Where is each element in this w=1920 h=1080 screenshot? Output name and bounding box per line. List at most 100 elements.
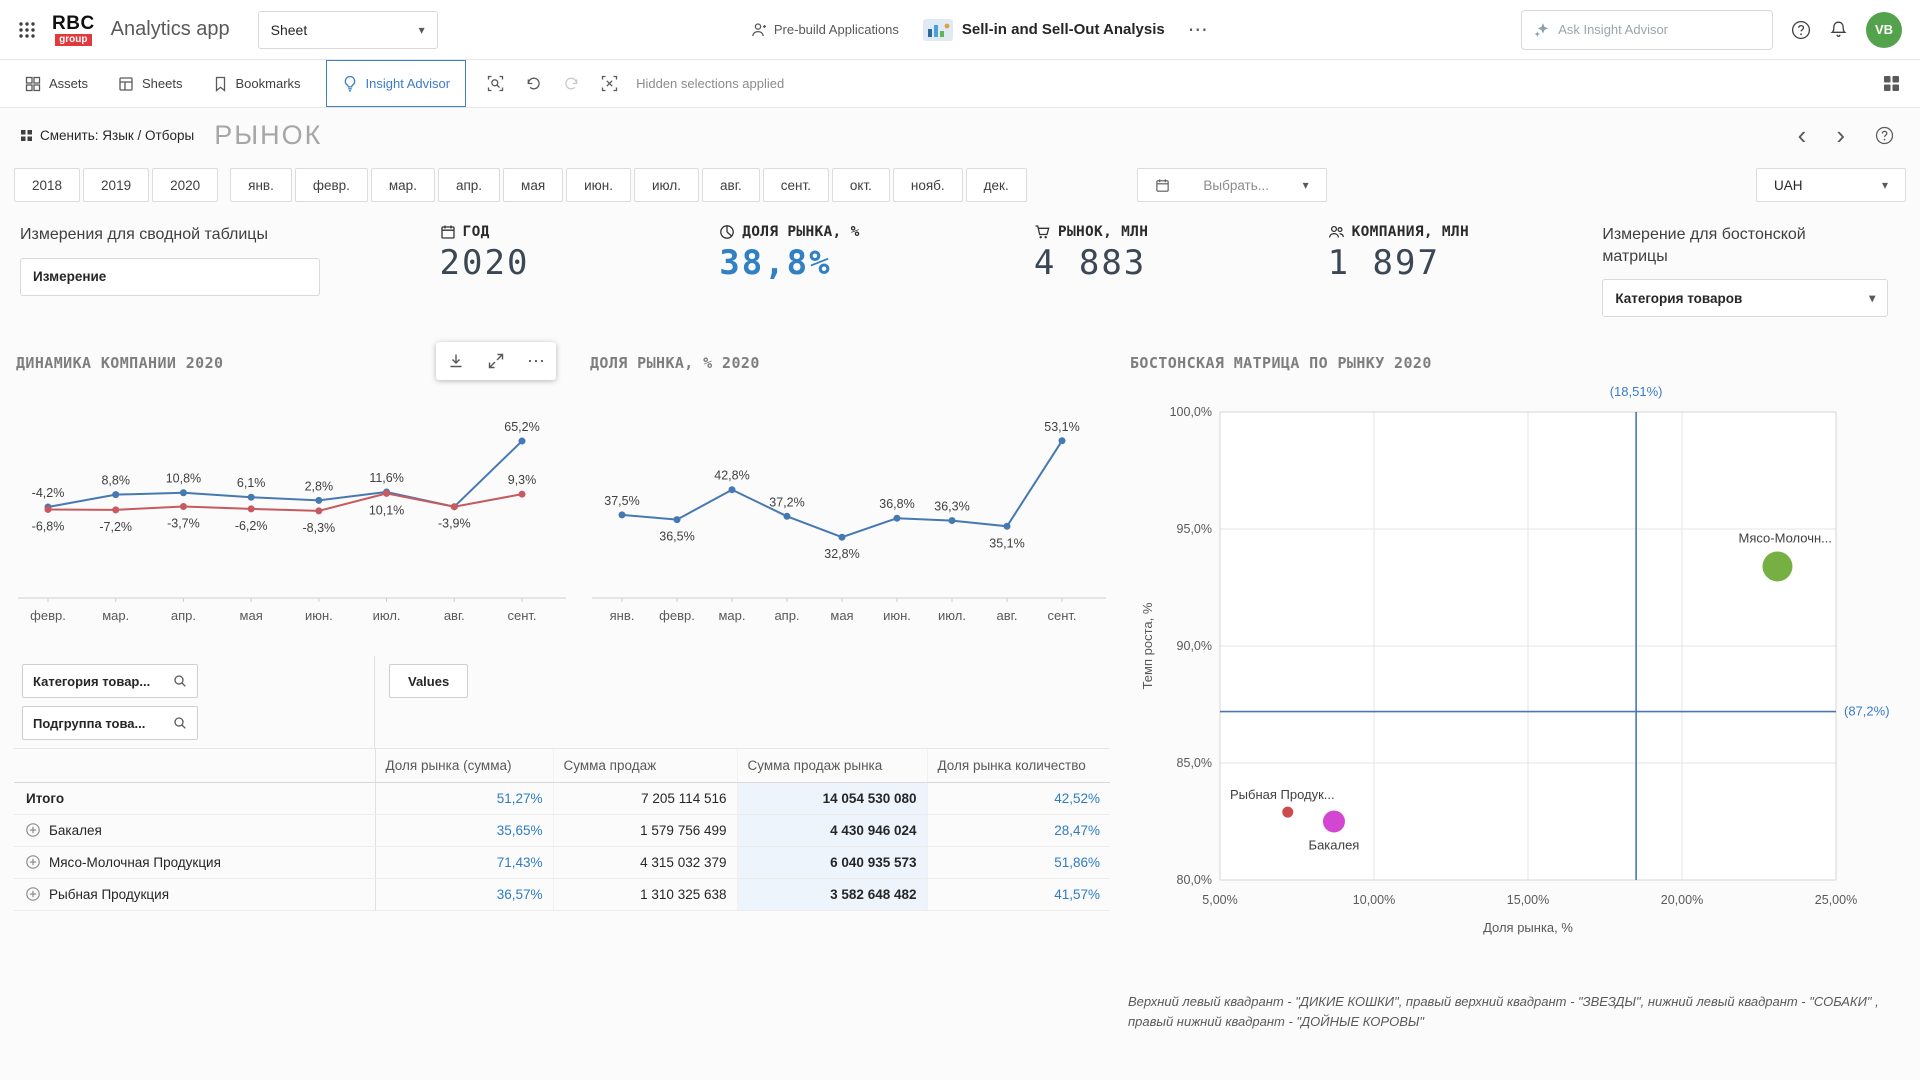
data-point[interactable] — [248, 494, 255, 501]
previous-sheet-button[interactable]: ‹ — [1798, 122, 1807, 148]
user-avatar[interactable]: VB — [1866, 12, 1902, 48]
sheet-grid-view-icon[interactable] — [1883, 60, 1910, 107]
month-button[interactable]: апр. — [438, 168, 500, 202]
search-input[interactable] — [1558, 22, 1760, 37]
table-cell[interactable]: 71,43% — [375, 847, 553, 879]
next-sheet-button[interactable]: › — [1836, 122, 1845, 148]
data-point[interactable] — [519, 438, 526, 445]
month-button[interactable]: июл. — [634, 168, 699, 202]
month-button[interactable]: мая — [503, 168, 563, 202]
app-launcher-icon[interactable] — [18, 21, 36, 39]
month-button[interactable]: окт. — [832, 168, 890, 202]
notifications-bell-icon[interactable] — [1829, 20, 1848, 39]
year-button[interactable]: 2018 — [14, 168, 80, 202]
bubble-Бакалея[interactable] — [1323, 811, 1345, 833]
table-cell[interactable]: 4 430 946 024 — [737, 815, 927, 847]
step-back-icon[interactable] — [514, 60, 552, 107]
selections-search-icon[interactable] — [476, 60, 514, 107]
expand-icon[interactable] — [26, 855, 40, 869]
data-point[interactable] — [383, 490, 390, 497]
data-point[interactable] — [839, 534, 846, 541]
data-point[interactable] — [315, 497, 322, 504]
row-label[interactable]: Мясо-Молочная Продукция — [14, 847, 375, 879]
insight-advisor-button[interactable]: Insight Advisor — [326, 60, 467, 107]
table-cell[interactable]: 14 054 530 080 — [737, 783, 927, 815]
data-label: 65,2% — [504, 420, 539, 434]
market-share-line-chart[interactable]: янв.февр.мар.апр.маяиюн.июл.авг.сент.37,… — [588, 372, 1110, 644]
table-cell[interactable]: 42,52% — [927, 783, 1110, 815]
table-cell[interactable]: 7 205 114 516 — [553, 783, 737, 815]
expand-icon[interactable] — [26, 823, 40, 837]
table-cell[interactable]: 1 579 756 499 — [553, 815, 737, 847]
data-point[interactable] — [180, 489, 187, 496]
data-point[interactable] — [112, 506, 119, 513]
expand-icon[interactable] — [26, 887, 40, 901]
year-button[interactable]: 2019 — [83, 168, 149, 202]
data-point[interactable] — [784, 513, 791, 520]
table-cell[interactable]: 28,47% — [927, 815, 1110, 847]
pivot-dimension-listbox[interactable]: Измерение — [20, 258, 320, 296]
date-select-button[interactable]: Выбрать... ▾ — [1137, 168, 1327, 202]
data-point[interactable] — [45, 506, 52, 513]
values-chip[interactable]: Values — [389, 664, 468, 698]
row-label[interactable]: Рыбная Продукция — [14, 879, 375, 911]
table-cell[interactable]: 1 310 325 638 — [553, 879, 737, 911]
table-cell[interactable]: 51,86% — [927, 847, 1110, 879]
prebuild-applications-link[interactable]: Pre-build Applications — [751, 22, 899, 38]
bubble-Рыбная Продук...[interactable] — [1282, 807, 1293, 818]
sheet-help-icon[interactable] — [1875, 126, 1894, 145]
data-point[interactable] — [112, 491, 119, 498]
language-selections-switch[interactable]: Сменить: Язык / Отборы — [40, 128, 194, 143]
boston-dimension-select[interactable]: Категория товаров ▾ — [1602, 279, 1888, 317]
month-button[interactable]: сент. — [763, 168, 829, 202]
month-button[interactable]: дек. — [966, 168, 1027, 202]
data-point[interactable] — [180, 503, 187, 510]
data-point[interactable] — [315, 507, 322, 514]
row-label[interactable]: Итого — [14, 783, 375, 815]
month-button[interactable]: февр. — [295, 168, 368, 202]
currency-select[interactable]: UAH ▾ — [1756, 168, 1906, 202]
month-button[interactable]: нояб. — [893, 168, 963, 202]
table-cell[interactable]: 3 582 648 482 — [737, 879, 927, 911]
assets-button[interactable]: Assets — [10, 60, 103, 107]
table-cell[interactable]: 4 315 032 379 — [553, 847, 737, 879]
svg-text:июн.: июн. — [883, 608, 911, 623]
data-point[interactable] — [1059, 437, 1066, 444]
insight-advisor-search[interactable] — [1521, 10, 1773, 50]
help-icon[interactable] — [1791, 20, 1811, 40]
year-button[interactable]: 2020 — [152, 168, 218, 202]
clear-selections-icon[interactable] — [590, 60, 628, 107]
chart-more-options-icon[interactable]: ⋯ — [520, 345, 552, 377]
download-button[interactable] — [440, 345, 472, 377]
data-point[interactable] — [451, 503, 458, 510]
data-point[interactable] — [519, 491, 526, 498]
boston-matrix-scatter[interactable]: 5,00%10,00%15,00%20,00%25,00%80,0%85,0%9… — [1128, 372, 1906, 984]
bubble-Мясо-Молочн...[interactable] — [1762, 551, 1792, 581]
row-dimension-chip[interactable]: Категория товар... — [22, 664, 198, 698]
sheet-options-grid-icon[interactable] — [20, 129, 33, 142]
expand-button[interactable] — [480, 345, 512, 377]
table-cell[interactable]: 35,65% — [375, 815, 553, 847]
table-cell[interactable]: 6 040 935 573 — [737, 847, 927, 879]
row-label[interactable]: Бакалея — [14, 815, 375, 847]
bookmarks-button[interactable]: Bookmarks — [198, 60, 316, 107]
data-point[interactable] — [619, 511, 626, 518]
table-cell[interactable]: 41,57% — [927, 879, 1110, 911]
data-point[interactable] — [894, 515, 901, 522]
month-button[interactable]: мар. — [371, 168, 435, 202]
table-cell[interactable]: 51,27% — [375, 783, 553, 815]
data-point[interactable] — [674, 516, 681, 523]
data-point[interactable] — [729, 486, 736, 493]
more-options-icon[interactable]: ⋯ — [1188, 17, 1208, 42]
data-point[interactable] — [949, 517, 956, 524]
month-button[interactable]: янв. — [230, 168, 292, 202]
month-button[interactable]: авг. — [702, 168, 760, 202]
table-cell[interactable]: 36,57% — [375, 879, 553, 911]
sheets-button[interactable]: Sheets — [103, 60, 197, 107]
sheet-selector-dropdown[interactable]: Sheet ▾ — [258, 11, 438, 49]
company-dynamics-line-chart[interactable]: февр.мар.апр.маяиюн.июл.авг.сент.-4,2%8,… — [14, 372, 570, 644]
data-point[interactable] — [1004, 523, 1011, 530]
data-point[interactable] — [248, 505, 255, 512]
row-dimension-chip[interactable]: Подгруппа това... — [22, 706, 198, 740]
month-button[interactable]: июн. — [566, 168, 631, 202]
